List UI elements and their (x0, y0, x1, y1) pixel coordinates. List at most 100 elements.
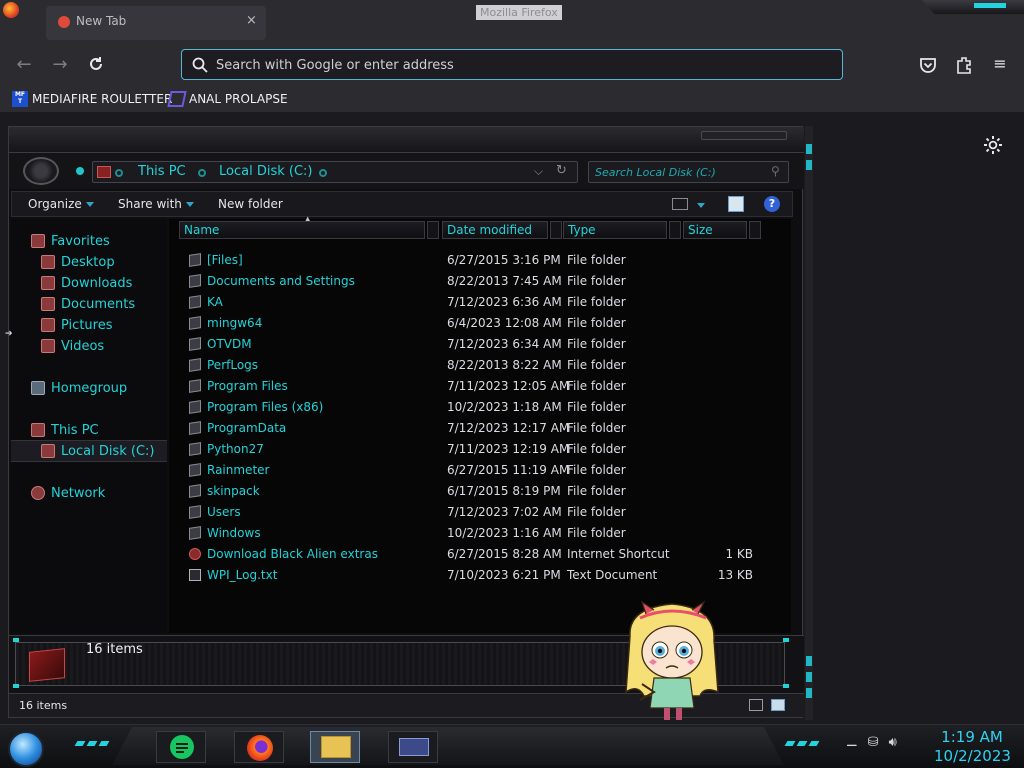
chevron-down-icon (85, 201, 94, 207)
forward-arrow-icon[interactable]: → (46, 51, 74, 79)
table-row[interactable]: Rainmeter 6/27/2015 11:19 AM File folder (169, 460, 791, 481)
nav-label: Homegroup (51, 380, 128, 396)
nav-network[interactable]: Network (11, 483, 167, 503)
table-row[interactable]: KA 7/12/2023 6:36 AM File folder (169, 292, 791, 313)
column-header-size[interactable]: Size (683, 221, 747, 239)
taskbar-app-file-explorer[interactable] (310, 731, 360, 763)
column-resize-handle[interactable] (427, 221, 439, 239)
table-row[interactable]: Users 7/12/2023 7:02 AM File folder (169, 502, 791, 523)
table-row[interactable]: Documents and Settings 8/22/2013 7:45 AM F… (169, 271, 791, 292)
url-input[interactable] (216, 55, 816, 75)
table-row[interactable]: Program Files (x86) 10/2/2023 1:18 AM File… (169, 397, 791, 418)
frame-accent (783, 638, 789, 642)
volume-icon[interactable]: 🔊︎ (889, 735, 897, 759)
network-status-icon[interactable]: ⛁ (868, 735, 879, 759)
details-view-icon[interactable] (749, 699, 763, 711)
column-header-name[interactable]: Name (179, 221, 425, 239)
organize-button[interactable]: Organize (28, 197, 94, 211)
start-button-icon[interactable] (8, 731, 44, 767)
table-row[interactable]: skinpack 6/17/2015 8:19 PM File folder (169, 481, 791, 502)
table-row[interactable]: Program Files 7/11/2023 12:05 AM File fold… (169, 376, 791, 397)
firefox-icon (247, 735, 273, 761)
help-icon[interactable]: ? (764, 196, 780, 212)
nav-downloads[interactable]: Downloads (11, 273, 167, 293)
bookmark-second[interactable]: ANAL PROLAPSE (167, 90, 288, 108)
column-header-type[interactable]: Type (563, 221, 667, 239)
table-row[interactable]: [Files] 6/27/2015 3:16 PM File folder (169, 250, 791, 271)
network-icon (31, 486, 45, 500)
back-arrow-icon[interactable]: ← (10, 51, 38, 79)
large-icons-view-icon[interactable] (771, 699, 785, 711)
show-hidden-icons-icon[interactable]: ⚊ (846, 735, 858, 759)
explorer-side-rail (805, 126, 813, 720)
nav-local-disk[interactable]: Local Disk (C:) (11, 440, 167, 462)
file-date: 8/22/2013 8:22 AM (447, 358, 562, 372)
taskbar-app-window[interactable] (388, 731, 438, 763)
preview-pane-icon[interactable] (728, 196, 744, 212)
nav-pictures[interactable]: Pictures (11, 315, 167, 335)
breadcrumb-separator-icon[interactable] (115, 169, 123, 177)
bookmark-mediafire-rouletter[interactable]: MF T MEDIAFIRE ROULETTER (12, 90, 172, 108)
rail-accent (806, 160, 812, 170)
explorer-address-row: This PC Local Disk (C:) ⌵ ↻ ⚲ (9, 153, 804, 189)
folder-icon (189, 505, 201, 519)
new-folder-button[interactable]: New folder (218, 197, 283, 211)
table-row[interactable]: OTVDM 7/12/2023 6:34 AM File folder (169, 334, 791, 355)
reload-icon[interactable] (82, 50, 110, 78)
table-row[interactable]: PerfLogs 8/22/2013 8:22 AM File folder (169, 355, 791, 376)
column-resize-handle[interactable] (749, 221, 761, 239)
taskbar-accent (796, 741, 808, 746)
chevron-down-icon[interactable] (697, 203, 705, 208)
explorer-nav-orb-icon[interactable] (23, 157, 59, 185)
pocket-icon[interactable] (919, 56, 937, 74)
file-name: [Files] (207, 253, 243, 267)
file-date: 7/11/2023 12:05 AM (447, 379, 570, 393)
file-name: OTVDM (207, 337, 252, 351)
breadcrumb-separator-icon[interactable] (198, 169, 206, 177)
taskbar-app-firefox[interactable] (234, 731, 284, 763)
table-row[interactable]: WPI_Log.txt 7/10/2023 6:21 PM Text Documen… (169, 565, 791, 586)
details-item-count: 16 items (86, 642, 143, 657)
url-bar[interactable] (181, 49, 843, 80)
tab-new-tab[interactable]: New Tab × (46, 6, 266, 40)
breadcrumb-this-pc[interactable]: This PC (138, 164, 186, 179)
nav-documents[interactable]: Documents (11, 294, 167, 314)
column-resize-handle[interactable] (550, 221, 562, 239)
firefox-menu-icon[interactable] (3, 2, 19, 18)
nav-favorites[interactable]: Favorites (11, 231, 167, 251)
extensions-icon[interactable] (955, 55, 973, 75)
refresh-icon[interactable]: ↻ (556, 163, 567, 178)
nav-homegroup[interactable]: Homegroup (11, 378, 167, 398)
table-row[interactable]: mingw64 6/4/2023 12:08 AM File folder (169, 313, 791, 334)
taskbar-app-notes[interactable] (156, 731, 206, 763)
nav-videos[interactable]: Videos (11, 336, 167, 356)
clock-time[interactable]: 1:19 AM (940, 728, 1004, 746)
homegroup-icon (31, 381, 45, 395)
gear-icon[interactable] (982, 134, 1004, 156)
clock-date[interactable]: 10/2/2023 (934, 747, 1011, 765)
explorer-frame-tab (701, 131, 787, 140)
change-view-icon[interactable] (672, 198, 688, 210)
table-row[interactable]: Windows 10/2/2023 1:16 AM File folder (169, 523, 791, 544)
file-date: 10/2/2023 1:16 AM (447, 526, 562, 540)
column-resize-handle[interactable] (669, 221, 681, 239)
explorer-search-box[interactable]: ⚲ (588, 161, 789, 183)
table-row[interactable]: ProgramData 7/12/2023 12:17 AM File folder (169, 418, 791, 439)
file-type: File folder (567, 505, 626, 519)
column-header-date-modified[interactable]: Date modified (442, 221, 548, 239)
chevron-down-icon[interactable]: ⌵ (534, 164, 543, 179)
breadcrumb-separator-icon[interactable] (319, 169, 327, 177)
rail-accent (806, 672, 812, 682)
table-row[interactable]: Python27 7/11/2023 12:19 AM File folder (169, 439, 791, 460)
nav-label: Network (51, 485, 106, 501)
explorer-search-input[interactable] (595, 164, 765, 180)
nav-desktop[interactable]: Desktop (11, 252, 167, 272)
breadcrumb[interactable]: This PC Local Disk (C:) ⌵ ↻ (92, 161, 578, 183)
tab-close-icon[interactable]: × (246, 13, 257, 28)
table-row[interactable]: Download Black Alien extras 6/27/2015 8:2… (169, 544, 791, 565)
hamburger-menu-icon[interactable]: ≡ (986, 50, 1014, 78)
search-icon[interactable]: ⚲ (771, 164, 780, 178)
share-with-button[interactable]: Share with (118, 197, 194, 211)
nav-this-pc[interactable]: This PC (11, 420, 167, 440)
breadcrumb-local-disk[interactable]: Local Disk (C:) (219, 164, 312, 179)
